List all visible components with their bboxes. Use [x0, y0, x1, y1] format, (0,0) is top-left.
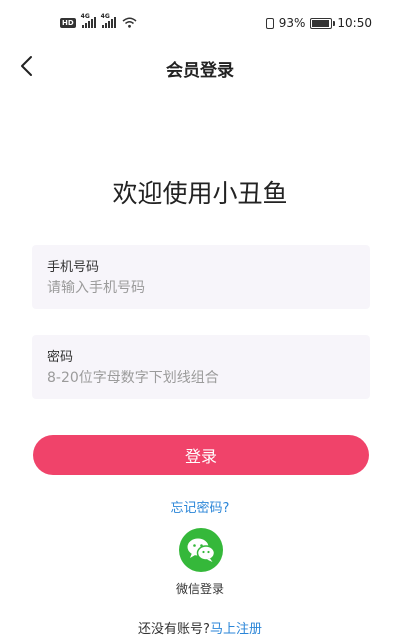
battery-percent: 93% [278, 16, 306, 30]
vibrate-icon [265, 17, 274, 29]
phone-input[interactable] [47, 280, 355, 296]
register-link[interactable]: 马上注册 [210, 622, 262, 637]
password-input[interactable] [47, 370, 355, 386]
wechat-login-button[interactable] [179, 528, 223, 572]
status-time: 10:50 [337, 16, 372, 30]
hd-badge: HD [60, 18, 76, 28]
signal-label: 4G [80, 13, 90, 20]
register-prompt-line: 还没有账号?马上注册 [0, 618, 400, 637]
phone-field-label: 手机号码 [47, 260, 100, 275]
status-bar-right: 93% 10:50 [265, 16, 372, 30]
page-title: 会员登录 [166, 61, 234, 81]
wifi-icon [122, 17, 137, 28]
forgot-password-link[interactable]: 忘记密码? [0, 497, 400, 516]
phone-field: 手机号码 [32, 245, 370, 309]
password-field-label: 密码 [47, 350, 74, 365]
wechat-icon [187, 538, 216, 562]
wechat-login-label: 微信登录 [175, 582, 224, 596]
password-field: 密码 [32, 335, 370, 399]
register-prompt: 还没有账号? [138, 622, 210, 637]
signal-icon: 4G [81, 13, 96, 28]
status-bar: HD 4G 4G 93% 10:50 [0, 0, 400, 44]
signal-label: 4G [100, 13, 110, 20]
nav-header: 会员登录 [0, 44, 400, 90]
signal-icon: 4G [101, 13, 116, 28]
welcome-heading: 欢迎使用小丑鱼 [112, 179, 288, 208]
status-bar-left: HD 4G 4G [60, 13, 137, 28]
battery-icon [310, 17, 336, 29]
login-button[interactable]: 登录 [33, 435, 369, 475]
